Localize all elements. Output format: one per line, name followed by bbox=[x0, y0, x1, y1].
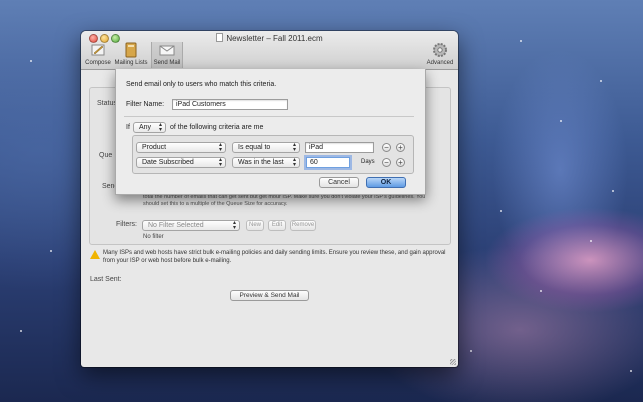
status-label: Status bbox=[97, 100, 117, 107]
if-label: If bbox=[126, 124, 130, 131]
toolbar-advanced-label: Advanced bbox=[426, 60, 454, 66]
new-filter-button[interactable]: New bbox=[246, 220, 264, 231]
select-arrows-icon: ▴ ▾ bbox=[232, 220, 236, 231]
toolbar-compose-button[interactable]: Compose bbox=[85, 42, 111, 68]
send-hint-line2: should set this to a multiple of the Que… bbox=[143, 201, 288, 207]
send-mail-icon bbox=[159, 45, 175, 56]
match-select[interactable]: Any ▴ ▾ bbox=[133, 122, 166, 133]
edit-filter-button[interactable]: Edit bbox=[268, 220, 286, 231]
add-criterion-button[interactable]: + bbox=[396, 158, 405, 167]
warning-line1: Many ISPs and web hosts have strict bulk… bbox=[103, 250, 446, 256]
no-filter-text: No filter bbox=[143, 234, 164, 240]
queue-label: Que bbox=[99, 152, 113, 159]
select-arrows-icon: ▴ ▾ bbox=[218, 157, 222, 168]
mailing-lists-icon bbox=[125, 42, 137, 58]
compose-icon bbox=[91, 44, 105, 56]
toolbar-compose-label: Compose bbox=[85, 60, 111, 66]
remove-criterion-button[interactable]: − bbox=[382, 158, 391, 167]
select-arrows-icon: ▴ ▾ bbox=[218, 142, 222, 153]
ok-button[interactable]: OK bbox=[366, 177, 406, 188]
criteria-group: Product ▴ ▾ Is equal to ▴ ▾ iPad − + Date … bbox=[132, 135, 414, 174]
criteria-operator-select-last[interactable]: Was in the last ▴ ▾ bbox=[232, 157, 300, 168]
criteria-field-select-date[interactable]: Date Subscribed ▴ ▾ bbox=[136, 157, 226, 168]
toolbar-advanced-button[interactable]: Advanced bbox=[426, 42, 454, 68]
warning-icon bbox=[90, 250, 100, 259]
toolbar-mailing-lists-label: Mailing Lists bbox=[114, 60, 148, 66]
filter-name-field[interactable]: iPad Customers bbox=[172, 99, 288, 110]
days-unit-label: Days bbox=[361, 159, 375, 165]
document-icon bbox=[216, 33, 224, 42]
select-arrows-icon: ▴ ▾ bbox=[158, 122, 162, 133]
criteria-value-field-days[interactable]: 60 bbox=[306, 157, 350, 168]
title-bar: Newsletter – Fall 2011.ecm Compose Maili… bbox=[81, 31, 458, 70]
sheet-heading: Send email only to users who match this … bbox=[126, 81, 277, 88]
preview-send-mail-button[interactable]: Preview & Send Mail bbox=[230, 290, 309, 301]
criteria-field-select-product[interactable]: Product ▴ ▾ bbox=[136, 142, 226, 153]
filter-select[interactable]: No Filter Selected ▴ ▾ bbox=[142, 220, 240, 231]
filter-sheet: Send email only to users who match this … bbox=[115, 69, 426, 195]
toolbar-mailing-lists-button[interactable]: Mailing Lists bbox=[114, 42, 148, 68]
cancel-button[interactable]: Cancel bbox=[319, 177, 359, 188]
toolbar-send-mail-label: Send Mail bbox=[153, 60, 181, 66]
last-sent-label: Last Sent: bbox=[90, 276, 122, 283]
warning-line2: from your ISP or web host before bulk e-… bbox=[103, 258, 232, 264]
criteria-operator-select-equal[interactable]: Is equal to ▴ ▾ bbox=[232, 142, 300, 153]
divider bbox=[124, 116, 414, 117]
select-arrows-icon: ▴ ▾ bbox=[292, 157, 296, 168]
remove-filter-button[interactable]: Remove bbox=[290, 220, 316, 231]
remove-criterion-button[interactable]: − bbox=[382, 143, 391, 152]
gear-icon bbox=[433, 43, 447, 57]
filter-name-label: Filter Name: bbox=[126, 101, 165, 108]
add-criterion-button[interactable]: + bbox=[396, 143, 405, 152]
filters-label: Filters: bbox=[116, 221, 137, 228]
resize-handle-icon[interactable] bbox=[450, 359, 456, 365]
criteria-suffix-text: of the following criteria are me bbox=[170, 124, 264, 131]
toolbar-send-mail-button[interactable]: Send Mail bbox=[151, 42, 183, 68]
criteria-value-field-product[interactable]: iPad bbox=[305, 142, 374, 153]
select-arrows-icon: ▴ ▾ bbox=[292, 142, 296, 153]
